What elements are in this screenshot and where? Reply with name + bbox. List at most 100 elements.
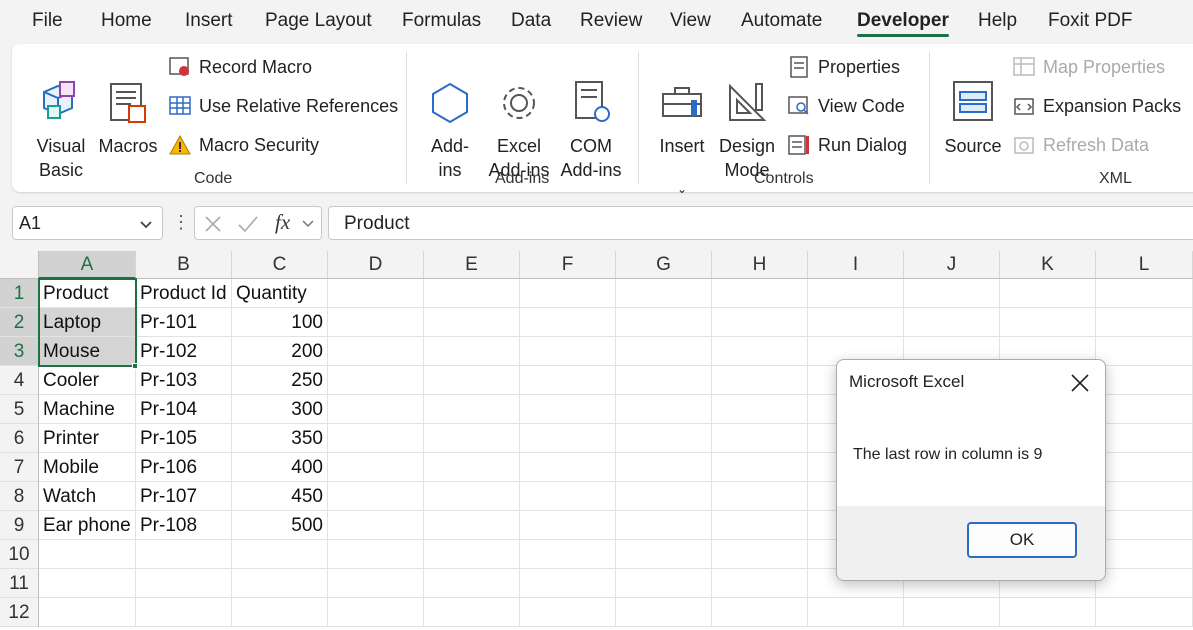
run-dialog-button[interactable]: Run Dialog bbox=[788, 134, 907, 156]
cell-i1[interactable] bbox=[808, 279, 904, 308]
cell-c8[interactable]: 450 bbox=[232, 482, 328, 511]
close-icon[interactable] bbox=[1069, 372, 1091, 394]
cell-a3[interactable]: Mouse bbox=[39, 337, 136, 366]
row-header-7[interactable]: 7 bbox=[0, 453, 39, 482]
cell-d3[interactable] bbox=[328, 337, 424, 366]
row-header-8[interactable]: 8 bbox=[0, 482, 39, 511]
expansion-packs-button[interactable]: Expansion Packs bbox=[1013, 95, 1181, 117]
cell-h10[interactable] bbox=[712, 540, 808, 569]
cell-a2[interactable]: Laptop bbox=[39, 308, 136, 337]
cell-f1[interactable] bbox=[520, 279, 616, 308]
cell-e4[interactable] bbox=[424, 366, 520, 395]
refresh-data-button[interactable]: Refresh Data bbox=[1013, 134, 1149, 156]
cell-b7[interactable]: Pr-106 bbox=[136, 453, 232, 482]
cell-g11[interactable] bbox=[616, 569, 712, 598]
cell-c11[interactable] bbox=[232, 569, 328, 598]
cell-l12[interactable] bbox=[1096, 598, 1193, 627]
cell-a6[interactable]: Printer bbox=[39, 424, 136, 453]
cell-h3[interactable] bbox=[712, 337, 808, 366]
cell-f3[interactable] bbox=[520, 337, 616, 366]
cell-e2[interactable] bbox=[424, 308, 520, 337]
view-code-button[interactable]: View Code bbox=[788, 95, 905, 117]
cell-c7[interactable]: 400 bbox=[232, 453, 328, 482]
macros-button[interactable]: Macros bbox=[96, 54, 160, 182]
column-header-a[interactable]: A bbox=[39, 251, 136, 279]
column-header-h[interactable]: H bbox=[712, 251, 808, 279]
tab-automate[interactable]: Automate bbox=[741, 10, 822, 32]
row-header-11[interactable]: 11 bbox=[0, 569, 39, 598]
com-addins-button[interactable]: COM Add-ins bbox=[558, 54, 624, 206]
map-properties-button[interactable]: Map Properties bbox=[1013, 56, 1165, 78]
tab-page-layout[interactable]: Page Layout bbox=[265, 10, 372, 32]
cell-g2[interactable] bbox=[616, 308, 712, 337]
column-header-k[interactable]: K bbox=[1000, 251, 1096, 279]
cell-b5[interactable]: Pr-104 bbox=[136, 395, 232, 424]
cell-h8[interactable] bbox=[712, 482, 808, 511]
chevron-down-icon[interactable] bbox=[138, 216, 154, 232]
cell-a4[interactable]: Cooler bbox=[39, 366, 136, 395]
cell-c12[interactable] bbox=[232, 598, 328, 627]
cell-f6[interactable] bbox=[520, 424, 616, 453]
tab-insert[interactable]: Insert bbox=[185, 10, 233, 32]
cell-l1[interactable] bbox=[1096, 279, 1193, 308]
cell-l11[interactable] bbox=[1096, 569, 1193, 598]
cell-j2[interactable] bbox=[904, 308, 1000, 337]
cell-g9[interactable] bbox=[616, 511, 712, 540]
name-box[interactable]: A1 bbox=[12, 206, 163, 240]
column-header-d[interactable]: D bbox=[328, 251, 424, 279]
cell-f11[interactable] bbox=[520, 569, 616, 598]
cell-h6[interactable] bbox=[712, 424, 808, 453]
cell-f4[interactable] bbox=[520, 366, 616, 395]
tab-data[interactable]: Data bbox=[511, 10, 551, 32]
column-header-f[interactable]: F bbox=[520, 251, 616, 279]
cell-e3[interactable] bbox=[424, 337, 520, 366]
cell-a11[interactable] bbox=[39, 569, 136, 598]
row-header-3[interactable]: 3 bbox=[0, 337, 39, 366]
cell-h5[interactable] bbox=[712, 395, 808, 424]
tab-view[interactable]: View bbox=[670, 10, 711, 32]
cell-b11[interactable] bbox=[136, 569, 232, 598]
cell-b4[interactable]: Pr-103 bbox=[136, 366, 232, 395]
column-header-e[interactable]: E bbox=[424, 251, 520, 279]
cell-f10[interactable] bbox=[520, 540, 616, 569]
cell-g5[interactable] bbox=[616, 395, 712, 424]
row-header-1[interactable]: 1 bbox=[0, 279, 39, 308]
cell-c6[interactable]: 350 bbox=[232, 424, 328, 453]
cell-f9[interactable] bbox=[520, 511, 616, 540]
cell-f7[interactable] bbox=[520, 453, 616, 482]
cell-d12[interactable] bbox=[328, 598, 424, 627]
cell-c2[interactable]: 100 bbox=[232, 308, 328, 337]
cell-a1[interactable]: Product bbox=[39, 279, 136, 308]
cell-l9[interactable] bbox=[1096, 511, 1193, 540]
cell-h4[interactable] bbox=[712, 366, 808, 395]
cell-l2[interactable] bbox=[1096, 308, 1193, 337]
macro-security-button[interactable]: Macro Security bbox=[169, 134, 319, 156]
cell-g10[interactable] bbox=[616, 540, 712, 569]
tab-home[interactable]: Home bbox=[101, 10, 152, 32]
cell-f5[interactable] bbox=[520, 395, 616, 424]
addins-button[interactable]: Add- ins bbox=[422, 54, 478, 206]
cell-b2[interactable]: Pr-101 bbox=[136, 308, 232, 337]
cell-a12[interactable] bbox=[39, 598, 136, 627]
cell-d2[interactable] bbox=[328, 308, 424, 337]
tab-developer[interactable]: Developer bbox=[857, 10, 949, 37]
cell-i12[interactable] bbox=[808, 598, 904, 627]
cell-c10[interactable] bbox=[232, 540, 328, 569]
cell-f12[interactable] bbox=[520, 598, 616, 627]
cell-j12[interactable] bbox=[904, 598, 1000, 627]
properties-button[interactable]: Properties bbox=[788, 56, 900, 78]
column-header-b[interactable]: B bbox=[136, 251, 232, 279]
cell-d8[interactable] bbox=[328, 482, 424, 511]
cell-e1[interactable] bbox=[424, 279, 520, 308]
row-header-2[interactable]: 2 bbox=[0, 308, 39, 337]
cell-a7[interactable]: Mobile bbox=[39, 453, 136, 482]
cell-b6[interactable]: Pr-105 bbox=[136, 424, 232, 453]
cell-b9[interactable]: Pr-108 bbox=[136, 511, 232, 540]
tab-foxit-pdf[interactable]: Foxit PDF bbox=[1048, 10, 1132, 32]
cancel-icon[interactable] bbox=[203, 214, 223, 234]
column-header-i[interactable]: I bbox=[808, 251, 904, 279]
cell-e12[interactable] bbox=[424, 598, 520, 627]
row-header-6[interactable]: 6 bbox=[0, 424, 39, 453]
cell-b12[interactable] bbox=[136, 598, 232, 627]
cell-d10[interactable] bbox=[328, 540, 424, 569]
